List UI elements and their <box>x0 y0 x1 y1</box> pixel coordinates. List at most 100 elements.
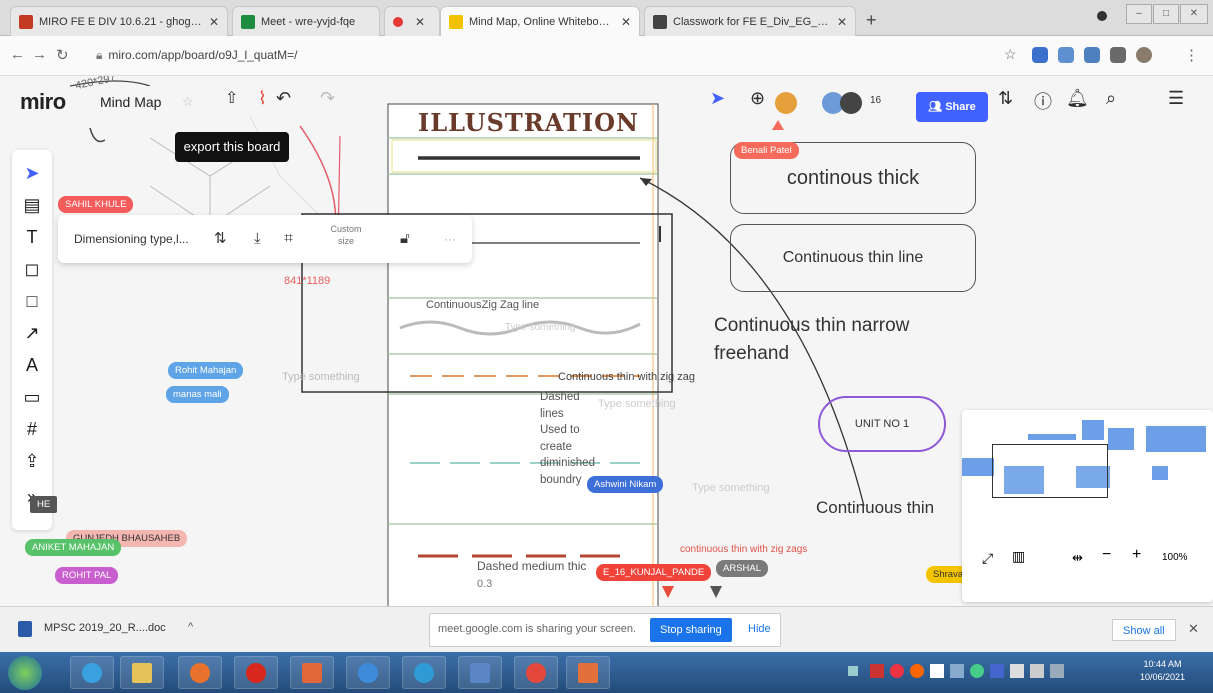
share-button[interactable]: 👥︎ Share <box>916 92 988 122</box>
placeholder-text[interactable]: Type something <box>692 482 770 494</box>
office-icon[interactable] <box>290 656 334 689</box>
fullscreen-icon[interactable]: ⤢ <box>982 550 993 567</box>
sticky-note-icon[interactable]: ◻ <box>12 254 52 284</box>
continuous-thin-text[interactable]: Continuous thin <box>816 498 934 518</box>
explorer-icon[interactable] <box>120 656 164 689</box>
clock[interactable]: 10:44 AM 10/06/2021 <box>1140 658 1185 684</box>
redo-icon[interactable]: ↷ <box>320 88 335 109</box>
system-tray[interactable] <box>848 662 1088 682</box>
crop-icon[interactable]: ⌗ <box>284 215 293 263</box>
chrome-icon[interactable] <box>514 656 558 689</box>
show-all-button[interactable]: Show all <box>1112 619 1176 641</box>
start-button[interactable] <box>8 656 42 690</box>
undo-icon[interactable]: ↶ <box>276 88 291 109</box>
close-window-button[interactable]: ✕ <box>1180 4 1208 24</box>
close-icon[interactable]: ✕ <box>1188 621 1199 637</box>
avatar[interactable] <box>840 92 862 114</box>
menu-icon[interactable]: ⋮ <box>1184 46 1199 64</box>
cursor-follow-icon[interactable]: ➤ <box>710 88 725 109</box>
illustration-title[interactable]: ILLUSTRATION <box>418 108 639 137</box>
tab-miro-mind-map[interactable]: Mind Map, Online Whiteboard f ✕ <box>440 6 640 36</box>
tab-recording[interactable]: ✕ <box>384 6 440 36</box>
templates-icon[interactable]: ▤ <box>12 190 52 220</box>
zigzag-label[interactable]: ContinuousZig Zag line <box>426 299 539 311</box>
extensions-puzzle-icon[interactable] <box>1110 47 1126 63</box>
close-icon[interactable]: ✕ <box>415 15 425 29</box>
miro-board-canvas[interactable]: miro Mind Map ☆ ⇧ ⌇ ↶ ↷ export this boar… <box>0 76 1213 606</box>
close-icon[interactable]: ✕ <box>837 15 847 29</box>
dashed-medium-label[interactable]: Dashed medium thic <box>477 559 586 573</box>
star-icon[interactable]: ☆ <box>182 94 194 110</box>
zoom-out-icon[interactable]: − <box>1102 546 1111 564</box>
minimap[interactable]: ⤢ ▥ ⇹ − + 100% <box>962 410 1213 602</box>
pen-tool-icon[interactable]: A <box>12 350 52 380</box>
extension-icon[interactable] <box>1032 47 1048 63</box>
miro-logo[interactable]: miro <box>20 89 66 115</box>
avatar[interactable] <box>775 92 797 114</box>
reload-icon[interactable]: ↻ <box>56 46 69 64</box>
close-icon[interactable]: ✕ <box>209 15 219 29</box>
ppt-icon[interactable] <box>566 656 610 689</box>
minimap-viewport[interactable] <box>992 444 1108 498</box>
back-icon[interactable]: ← <box>10 46 25 63</box>
stop-sharing-button[interactable]: Stop sharing <box>650 618 732 642</box>
download-icon[interactable]: ⤓ <box>254 215 261 263</box>
help-icon[interactable]: ⓘ <box>1034 88 1052 114</box>
select-tool-icon[interactable]: ➤ <box>12 158 52 188</box>
zoom-in-icon[interactable]: + <box>1132 546 1141 564</box>
board-menu-icon[interactable]: ☰ <box>1168 88 1184 109</box>
continuous-thin-box[interactable]: Continuous thin line <box>730 224 976 292</box>
map-icon[interactable]: ▥ <box>1012 548 1025 565</box>
swap-icon[interactable]: ⇅ <box>214 215 227 263</box>
notifications-icon[interactable]: 🔔︎ <box>1066 88 1089 109</box>
zigzags-red-label[interactable]: continuous thin with zig zags <box>680 544 807 555</box>
pen-icon[interactable]: ⌇ <box>258 88 267 109</box>
firefox-icon[interactable] <box>178 656 222 689</box>
tab-meet[interactable]: Meet - wre-yvjd-fqe <box>232 6 380 36</box>
url-field[interactable]: 🔒︎ miro.com/app/board/o9J_l_quatM=/ <box>96 48 298 63</box>
settings-sliders-icon[interactable]: ⇅ <box>998 88 1013 109</box>
tab-classwork[interactable]: Classwork for FE E_Div_EG_SEM2 ✕ <box>644 6 856 36</box>
text-tool-icon[interactable]: T <box>12 222 52 252</box>
placeholder-text[interactable]: Type something <box>598 398 676 410</box>
placeholder-text[interactable]: Type something <box>505 322 576 333</box>
hide-button[interactable]: Hide <box>748 623 771 635</box>
lock-icon[interactable]: 🔓︎ <box>400 215 410 263</box>
tab-miro-fe-div[interactable]: MIRO FE E DIV 10.6.21 - ghogare ✕ <box>10 6 228 36</box>
shape-tool-icon[interactable]: □ <box>12 286 52 316</box>
chevron-up-icon[interactable]: ^ <box>188 621 193 633</box>
frame-tool-icon[interactable]: # <box>12 414 52 444</box>
board-title[interactable]: Mind Map <box>92 86 170 118</box>
bookmark-star-icon[interactable]: ☆ <box>1004 46 1017 63</box>
dashed-lines-note[interactable]: Dashed lines Used to create diminished b… <box>540 389 595 488</box>
new-tab-button[interactable]: + <box>866 10 877 31</box>
ie-icon[interactable] <box>70 656 114 689</box>
download-file-name[interactable]: MPSC 2019_20_R....doc <box>44 622 166 634</box>
minimize-button[interactable]: – <box>1126 4 1152 24</box>
extension-icon[interactable] <box>1058 47 1074 63</box>
narrow-freehand-text[interactable]: Continuous thin narrow freehand <box>714 312 909 368</box>
dashed-medium-value[interactable]: 0.3 <box>477 578 492 590</box>
avatar[interactable] <box>1136 47 1152 63</box>
collaborator-count[interactable]: 16 <box>870 95 881 106</box>
comment-icon[interactable]: ▭ <box>12 382 52 412</box>
search-icon[interactable]: ⌕ <box>1106 88 1116 109</box>
more-options-icon[interactable]: ··· <box>444 215 456 263</box>
maximize-button[interactable]: □ <box>1153 4 1179 24</box>
connector-icon[interactable]: ↗ <box>12 318 52 348</box>
placeholder-text[interactable]: Type something <box>282 371 360 383</box>
export-icon[interactable]: ⇧ <box>225 88 238 108</box>
opera-icon[interactable] <box>234 656 278 689</box>
extension-icon[interactable] <box>1084 47 1100 63</box>
paper-size-label[interactable]: 841*1189 <box>284 275 330 287</box>
unit-no-shape[interactable]: UNIT NO 1 <box>818 396 946 452</box>
custom-size-button[interactable]: Custom size <box>320 223 372 247</box>
app-icon[interactable] <box>458 656 502 689</box>
chrome-icon[interactable] <box>346 656 390 689</box>
profile-icon[interactable] <box>1097 11 1107 21</box>
thin-zigzag-label[interactable]: Continuous thin with zig zag <box>558 371 695 383</box>
zoom-level[interactable]: 100% <box>1162 552 1188 563</box>
reactions-icon[interactable]: ⊕ <box>750 88 765 109</box>
upload-icon[interactable]: ⇪ <box>12 446 52 476</box>
frame-format-dropdown[interactable]: Dimensioning type,l... <box>74 215 189 263</box>
